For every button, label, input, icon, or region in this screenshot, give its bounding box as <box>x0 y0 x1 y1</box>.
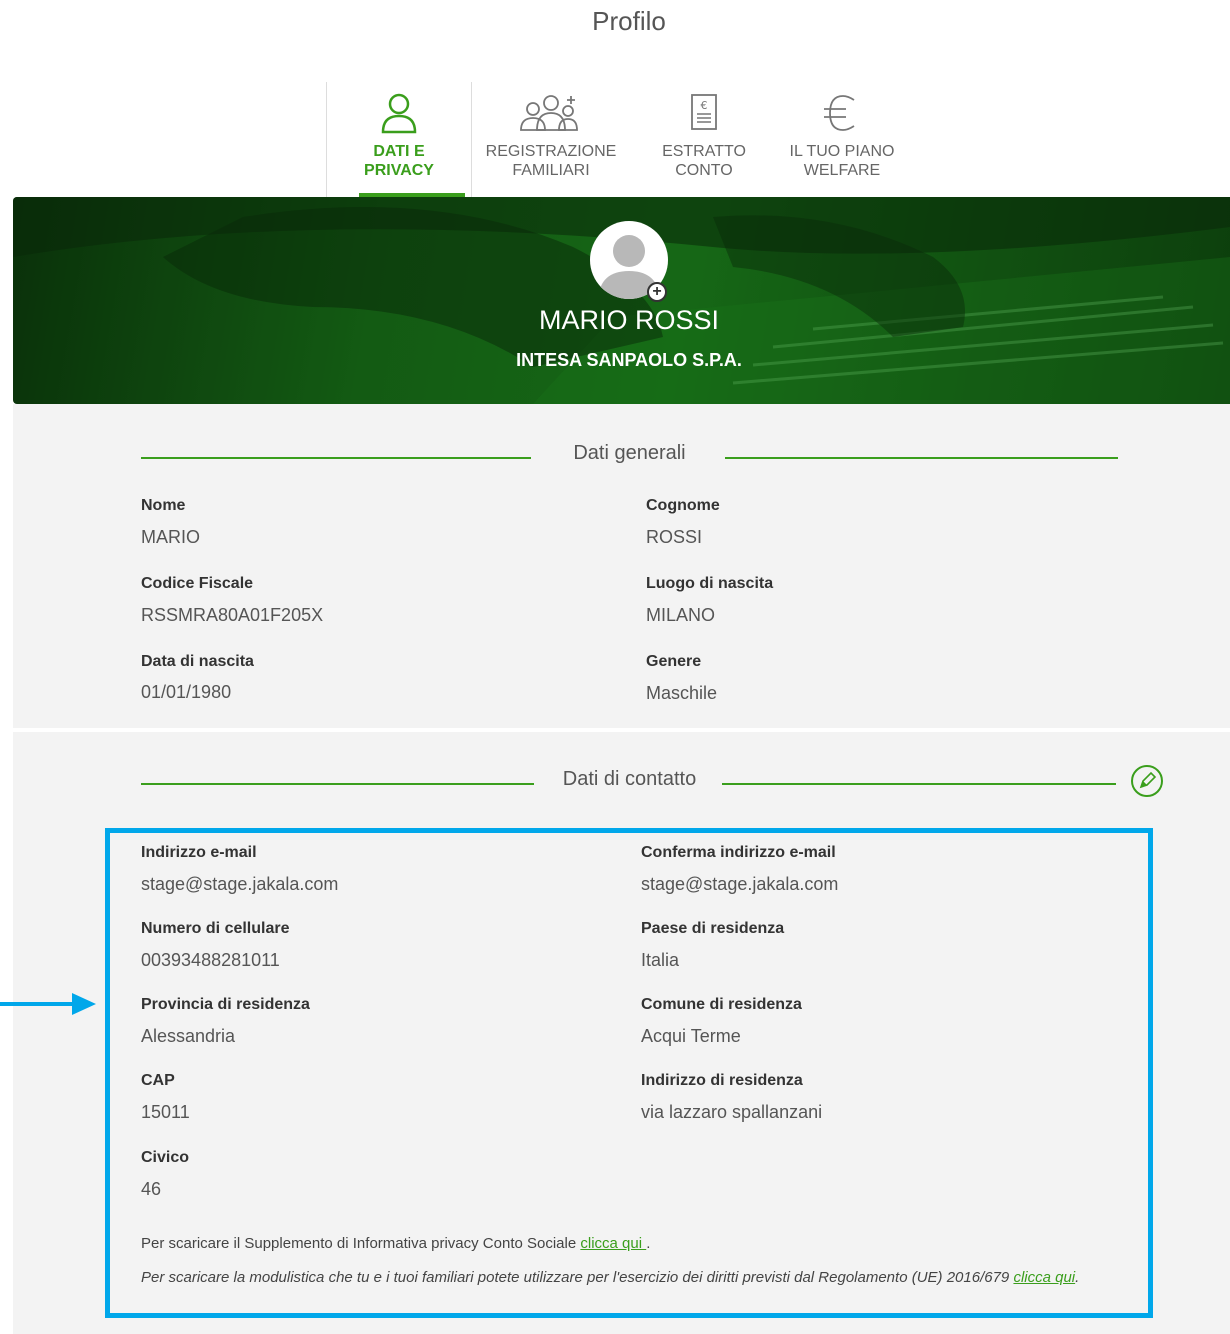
section-title: Dati generali <box>573 442 686 464</box>
tab-label-line1: REGISTRAZIONE <box>485 143 617 160</box>
page-title: Profilo <box>592 6 666 36</box>
privacy-supplement-link[interactable]: clicca qui <box>580 1235 646 1252</box>
profile-banner: + MARIO ROSSI INTESA SANPAOLO S.P.A. <box>13 197 1230 404</box>
field-label: Civico <box>141 1149 190 1166</box>
field-label: Indirizzo di residenza <box>641 1072 803 1089</box>
tab-piano-welfare[interactable]: IL TUO PIANO WELFARE <box>782 82 902 198</box>
privacy-note-end: . <box>646 1235 651 1252</box>
tab-label-line2: PRIVACY <box>364 162 434 179</box>
family-icon <box>520 95 578 131</box>
field-value: stage@stage.jakala.com <box>641 874 839 894</box>
privacy-note: Per scaricare il Supplemento di Informat… <box>141 1235 650 1252</box>
section-title: Dati di contatto <box>562 768 697 790</box>
general-data-section: Dati generali Nome MARIO Cognome ROSSI C… <box>13 404 1230 728</box>
field-value: RSSMRA80A01F205X <box>141 605 324 625</box>
field-label: CAP <box>141 1072 175 1089</box>
field-value: 15011 <box>141 1102 190 1122</box>
field-label: Cognome <box>646 497 720 514</box>
tab-dati-privacy[interactable]: DATI E PRIVACY <box>326 82 472 198</box>
tab-label-line1: IL TUO PIANO <box>789 143 895 160</box>
field-value: 01/01/1980 <box>141 682 232 702</box>
field-label: Provincia di residenza <box>141 996 310 1013</box>
field-value: 46 <box>141 1179 162 1199</box>
user-icon <box>381 93 417 134</box>
field-label: Numero di cellulare <box>141 920 290 937</box>
field-value: stage@stage.jakala.com <box>141 874 339 894</box>
tab-label-line2: CONTO <box>675 162 733 179</box>
tab-estratto-conto[interactable]: € ESTRATTO CONTO <box>648 82 760 198</box>
privacy-note-text: Per scaricare il Supplemento di Informat… <box>141 1235 581 1252</box>
contact-data-section: Dati di contatto Indirizzo e-mail stage@… <box>13 732 1230 1334</box>
svg-text:€: € <box>701 99 708 112</box>
forms-note-text: Per scaricare la modulistica che tu e i … <box>141 1269 1014 1286</box>
field-label: Paese di residenza <box>641 920 785 937</box>
pencil-icon <box>1139 771 1157 789</box>
tab-label-line1: ESTRATTO <box>662 143 746 160</box>
user-name: MARIO ROSSI <box>538 305 720 335</box>
company-name: INTESA SANPAOLO S.P.A. <box>516 350 742 370</box>
tab-label-line1: DATI E <box>373 143 425 160</box>
divider-line <box>722 783 1116 785</box>
field-label: Indirizzo e-mail <box>141 844 257 861</box>
field-value: MARIO <box>141 527 201 547</box>
euro-icon <box>824 95 855 131</box>
arrow-icon <box>0 993 96 1015</box>
field-value: 00393488281011 <box>141 950 280 970</box>
section-header: Dati di contatto <box>141 768 1118 798</box>
field-value: via lazzaro spallanzani <box>641 1102 823 1122</box>
field-label: Comune di residenza <box>641 996 802 1013</box>
field-label: Codice Fiscale <box>141 575 254 592</box>
field-label: Data di nascita <box>141 653 254 670</box>
field-value: Italia <box>641 950 680 970</box>
field-value: MILANO <box>646 605 716 625</box>
field-value: Maschile <box>646 683 718 703</box>
field-label: Nome <box>141 497 186 514</box>
divider-line <box>725 457 1118 459</box>
field-label: Conferma indirizzo e-mail <box>641 844 836 861</box>
statement-icon: € <box>691 94 717 130</box>
forms-note-end: . <box>1075 1269 1080 1286</box>
tab-label-line2: FAMILIARI <box>512 162 590 179</box>
add-photo-icon[interactable]: + <box>647 282 667 302</box>
tab-registrazione-familiari[interactable]: REGISTRAZIONE FAMILIARI <box>476 82 626 198</box>
field-value: ROSSI <box>646 527 703 547</box>
field-value: Alessandria <box>141 1026 236 1046</box>
edit-contact-button[interactable] <box>1131 765 1163 797</box>
forms-note: Per scaricare la modulistica che tu e i … <box>141 1269 1079 1286</box>
field-label: Genere <box>646 653 702 670</box>
forms-download-link[interactable]: clicca qui <box>1013 1269 1075 1286</box>
tab-label-line2: WELFARE <box>803 162 881 179</box>
section-header: Dati generali <box>141 442 1118 472</box>
field-label: Luogo di nascita <box>646 575 774 592</box>
field-value: Acqui Terme <box>641 1026 741 1046</box>
